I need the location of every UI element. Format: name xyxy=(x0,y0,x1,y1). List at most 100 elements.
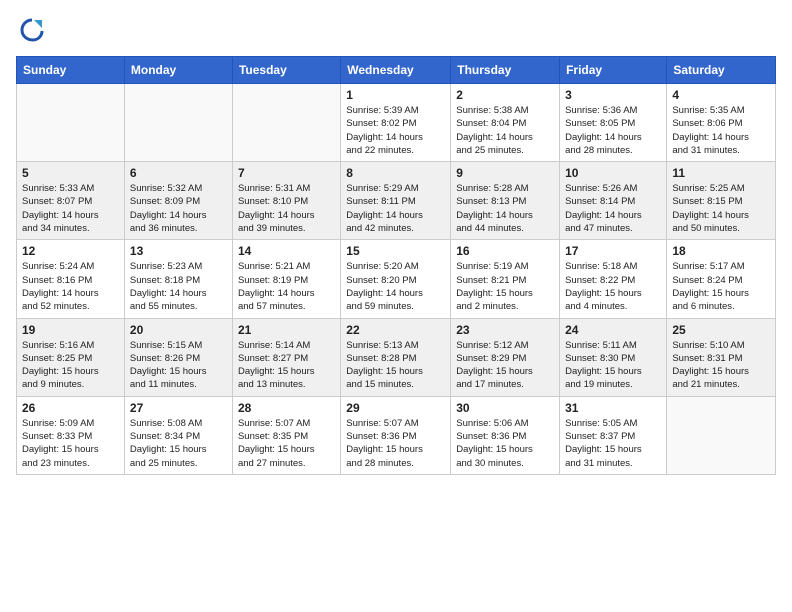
calendar-cell xyxy=(124,84,232,162)
day-number: 4 xyxy=(672,88,770,102)
day-info: Sunrise: 5:14 AM Sunset: 8:27 PM Dayligh… xyxy=(238,339,335,392)
day-info: Sunrise: 5:06 AM Sunset: 8:36 PM Dayligh… xyxy=(456,417,554,470)
day-number: 11 xyxy=(672,166,770,180)
day-info: Sunrise: 5:26 AM Sunset: 8:14 PM Dayligh… xyxy=(565,182,661,235)
calendar-week-row: 12 Sunrise: 5:24 AM Sunset: 8:16 PM Dayli… xyxy=(17,240,776,318)
day-info: Sunrise: 5:29 AM Sunset: 8:11 PM Dayligh… xyxy=(346,182,445,235)
calendar-cell: 23Sunrise: 5:12 AM Sunset: 8:29 PM Dayli… xyxy=(451,318,560,396)
logo xyxy=(16,16,46,44)
day-header-sunday: Sunday xyxy=(17,57,125,84)
calendar-week-row: 19 Sunrise: 5:16 AM Sunset: 8:25 PM Dayli… xyxy=(17,318,776,396)
day-number: 31 xyxy=(565,401,661,415)
day-header-saturday: Saturday xyxy=(667,57,776,84)
day-number: 13 xyxy=(130,244,227,258)
calendar-cell: 21 Sunrise: 5:14 AM Sunset: 8:27 PM Dayli… xyxy=(232,318,340,396)
day-info: Sunrise: 5:36 AM Sunset: 8:05 PM Dayligh… xyxy=(565,104,661,157)
day-info: Sunrise: 5:28 AM Sunset: 8:13 PM Dayligh… xyxy=(456,182,554,235)
day-info: Sunrise: 5:13 AM Sunset: 8:28 PM Dayligh… xyxy=(346,339,445,392)
day-number: 5 xyxy=(22,166,119,180)
day-info: Sunrise: 5:20 AM Sunset: 8:20 PM Dayligh… xyxy=(346,260,445,313)
day-info: Sunrise: 5:24 AM Sunset: 8:16 PM Dayligh… xyxy=(22,260,119,313)
calendar-cell: 11 Sunrise: 5:25 AM Sunset: 8:15 PM Dayli… xyxy=(667,162,776,240)
calendar-cell: 24Sunrise: 5:11 AM Sunset: 8:30 PM Dayli… xyxy=(560,318,667,396)
day-info: Sunrise: 5:07 AM Sunset: 8:35 PM Dayligh… xyxy=(238,417,335,470)
calendar-week-row: 26 Sunrise: 5:09 AM Sunset: 8:33 PM Dayli… xyxy=(17,396,776,474)
day-header-wednesday: Wednesday xyxy=(341,57,451,84)
page-header xyxy=(16,16,776,44)
calendar-cell xyxy=(232,84,340,162)
calendar-cell: 18 Sunrise: 5:17 AM Sunset: 8:24 PM Dayli… xyxy=(667,240,776,318)
day-info: Sunrise: 5:09 AM Sunset: 8:33 PM Dayligh… xyxy=(22,417,119,470)
calendar-cell: 14 Sunrise: 5:21 AM Sunset: 8:19 PM Dayli… xyxy=(232,240,340,318)
day-info: Sunrise: 5:18 AM Sunset: 8:22 PM Dayligh… xyxy=(565,260,661,313)
calendar-week-row: 1 Sunrise: 5:39 AM Sunset: 8:02 PM Daylig… xyxy=(17,84,776,162)
day-number: 22 xyxy=(346,323,445,337)
calendar-cell: 15 Sunrise: 5:20 AM Sunset: 8:20 PM Dayli… xyxy=(341,240,451,318)
calendar-cell: 20 Sunrise: 5:15 AM Sunset: 8:26 PM Dayli… xyxy=(124,318,232,396)
calendar-cell: 25 Sunrise: 5:10 AM Sunset: 8:31 PM Dayli… xyxy=(667,318,776,396)
calendar-week-row: 5 Sunrise: 5:33 AM Sunset: 8:07 PM Daylig… xyxy=(17,162,776,240)
day-info: Sunrise: 5:39 AM Sunset: 8:02 PM Dayligh… xyxy=(346,104,445,157)
day-info: Sunrise: 5:11 AM Sunset: 8:30 PM Dayligh… xyxy=(565,339,661,392)
day-number: 7 xyxy=(238,166,335,180)
day-info: Sunrise: 5:21 AM Sunset: 8:19 PM Dayligh… xyxy=(238,260,335,313)
day-number: 19 xyxy=(22,323,119,337)
day-info: Sunrise: 5:10 AM Sunset: 8:31 PM Dayligh… xyxy=(672,339,770,392)
calendar-cell: 16Sunrise: 5:19 AM Sunset: 8:21 PM Dayli… xyxy=(451,240,560,318)
day-number: 30 xyxy=(456,401,554,415)
day-header-monday: Monday xyxy=(124,57,232,84)
calendar-cell: 10Sunrise: 5:26 AM Sunset: 8:14 PM Dayli… xyxy=(560,162,667,240)
calendar-cell: 5 Sunrise: 5:33 AM Sunset: 8:07 PM Daylig… xyxy=(17,162,125,240)
day-number: 1 xyxy=(346,88,445,102)
day-info: Sunrise: 5:25 AM Sunset: 8:15 PM Dayligh… xyxy=(672,182,770,235)
day-number: 29 xyxy=(346,401,445,415)
day-info: Sunrise: 5:05 AM Sunset: 8:37 PM Dayligh… xyxy=(565,417,661,470)
day-number: 26 xyxy=(22,401,119,415)
day-info: Sunrise: 5:16 AM Sunset: 8:25 PM Dayligh… xyxy=(22,339,119,392)
day-info: Sunrise: 5:38 AM Sunset: 8:04 PM Dayligh… xyxy=(456,104,554,157)
day-number: 17 xyxy=(565,244,661,258)
day-number: 18 xyxy=(672,244,770,258)
day-number: 20 xyxy=(130,323,227,337)
calendar-cell: 29 Sunrise: 5:07 AM Sunset: 8:36 PM Dayli… xyxy=(341,396,451,474)
calendar-cell: 6 Sunrise: 5:32 AM Sunset: 8:09 PM Daylig… xyxy=(124,162,232,240)
day-header-thursday: Thursday xyxy=(451,57,560,84)
calendar-cell: 8 Sunrise: 5:29 AM Sunset: 8:11 PM Daylig… xyxy=(341,162,451,240)
calendar-cell: 7 Sunrise: 5:31 AM Sunset: 8:10 PM Daylig… xyxy=(232,162,340,240)
day-number: 15 xyxy=(346,244,445,258)
day-number: 14 xyxy=(238,244,335,258)
day-number: 8 xyxy=(346,166,445,180)
day-info: Sunrise: 5:31 AM Sunset: 8:10 PM Dayligh… xyxy=(238,182,335,235)
day-number: 3 xyxy=(565,88,661,102)
calendar-cell: 1 Sunrise: 5:39 AM Sunset: 8:02 PM Daylig… xyxy=(341,84,451,162)
day-number: 12 xyxy=(22,244,119,258)
day-number: 16 xyxy=(456,244,554,258)
day-number: 21 xyxy=(238,323,335,337)
day-header-tuesday: Tuesday xyxy=(232,57,340,84)
day-number: 6 xyxy=(130,166,227,180)
day-number: 27 xyxy=(130,401,227,415)
calendar-cell: 12 Sunrise: 5:24 AM Sunset: 8:16 PM Dayli… xyxy=(17,240,125,318)
day-info: Sunrise: 5:32 AM Sunset: 8:09 PM Dayligh… xyxy=(130,182,227,235)
day-info: Sunrise: 5:23 AM Sunset: 8:18 PM Dayligh… xyxy=(130,260,227,313)
day-number: 25 xyxy=(672,323,770,337)
calendar-cell: 2Sunrise: 5:38 AM Sunset: 8:04 PM Daylig… xyxy=(451,84,560,162)
calendar-cell: 13 Sunrise: 5:23 AM Sunset: 8:18 PM Dayli… xyxy=(124,240,232,318)
calendar-cell: 22 Sunrise: 5:13 AM Sunset: 8:28 PM Dayli… xyxy=(341,318,451,396)
day-header-friday: Friday xyxy=(560,57,667,84)
calendar-cell: 26 Sunrise: 5:09 AM Sunset: 8:33 PM Dayli… xyxy=(17,396,125,474)
day-info: Sunrise: 5:08 AM Sunset: 8:34 PM Dayligh… xyxy=(130,417,227,470)
calendar-cell: 30 Sunrise: 5:06 AM Sunset: 8:36 PM Dayli… xyxy=(451,396,560,474)
day-info: Sunrise: 5:33 AM Sunset: 8:07 PM Dayligh… xyxy=(22,182,119,235)
calendar-cell: 4Sunrise: 5:35 AM Sunset: 8:06 PM Daylig… xyxy=(667,84,776,162)
calendar-cell: 17 Sunrise: 5:18 AM Sunset: 8:22 PM Dayli… xyxy=(560,240,667,318)
calendar-cell xyxy=(667,396,776,474)
calendar-cell: 19 Sunrise: 5:16 AM Sunset: 8:25 PM Dayli… xyxy=(17,318,125,396)
day-info: Sunrise: 5:17 AM Sunset: 8:24 PM Dayligh… xyxy=(672,260,770,313)
calendar-cell: 3 Sunrise: 5:36 AM Sunset: 8:05 PM Daylig… xyxy=(560,84,667,162)
day-info: Sunrise: 5:07 AM Sunset: 8:36 PM Dayligh… xyxy=(346,417,445,470)
calendar-cell: 9Sunrise: 5:28 AM Sunset: 8:13 PM Daylig… xyxy=(451,162,560,240)
calendar-cell: 28Sunrise: 5:07 AM Sunset: 8:35 PM Dayli… xyxy=(232,396,340,474)
day-info: Sunrise: 5:15 AM Sunset: 8:26 PM Dayligh… xyxy=(130,339,227,392)
calendar-table: SundayMondayTuesdayWednesdayThursdayFrid… xyxy=(16,56,776,475)
